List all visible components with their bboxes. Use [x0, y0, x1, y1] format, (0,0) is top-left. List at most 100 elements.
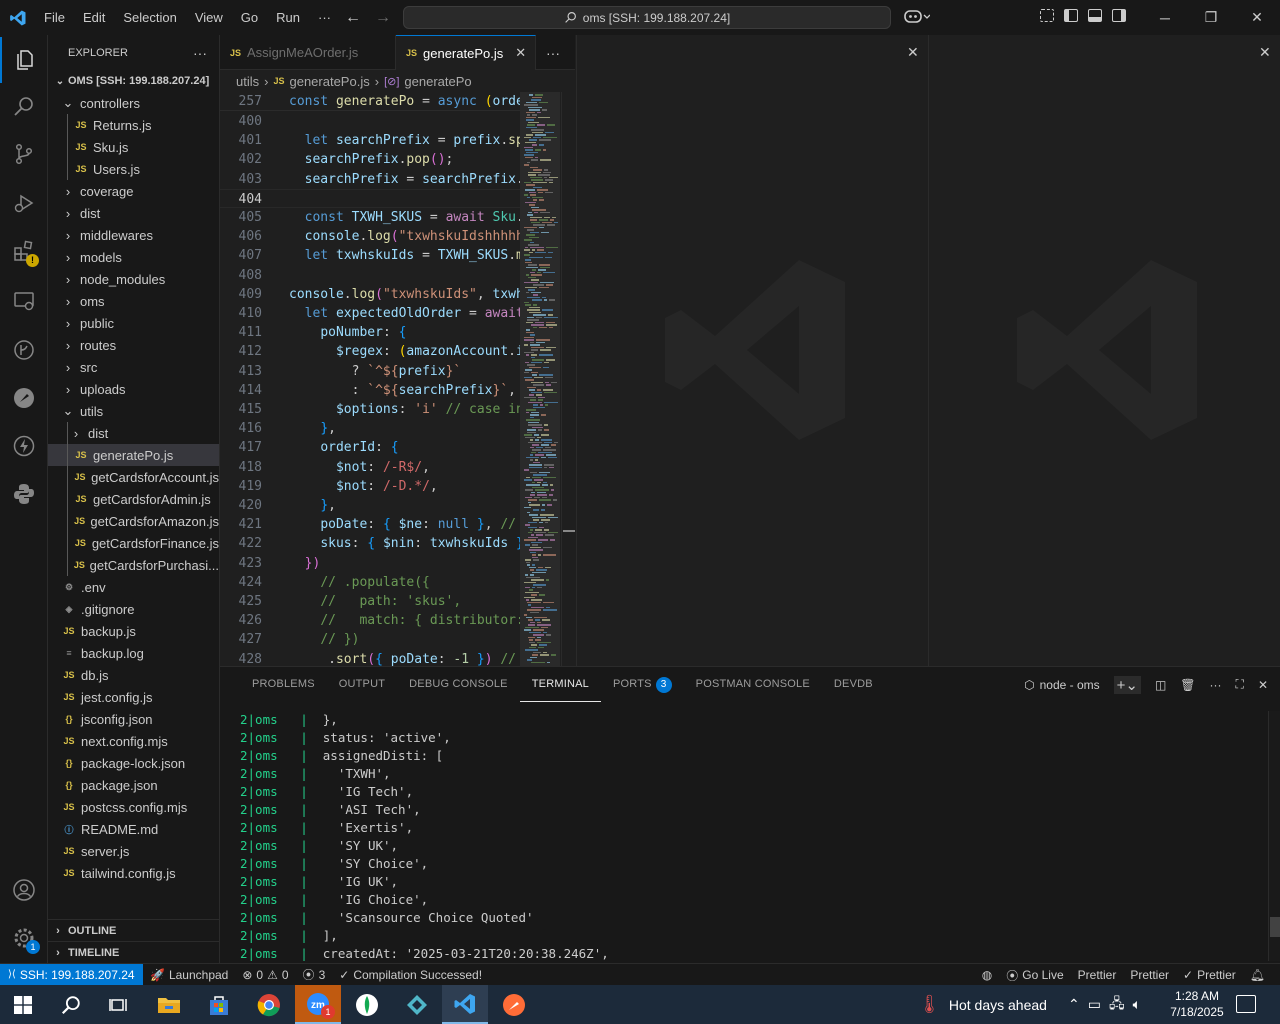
folder-item[interactable]: › src	[48, 356, 219, 378]
terminal-selector[interactable]: ⬡ node - oms	[1024, 678, 1100, 692]
code-line[interactable]: 417 orderId: {	[220, 438, 520, 457]
notification-center-icon[interactable]	[1236, 995, 1256, 1013]
folder-item[interactable]: ⌄ controllers	[48, 92, 219, 114]
code-line[interactable]: 413 ? `^${prefix}`	[220, 362, 520, 381]
restore-icon[interactable]: ❐	[1188, 0, 1234, 35]
file-item[interactable]: JS Users.js	[48, 158, 219, 180]
windows-start-icon[interactable]	[0, 985, 46, 1024]
breadcrumb-file[interactable]: generatePo.js	[289, 74, 369, 89]
panel-tab-ports[interactable]: PORTS 3	[601, 667, 684, 702]
extensions-icon[interactable]: !	[0, 228, 48, 274]
code-line[interactable]: 405 const TXWH_SKUS = await Sku.	[220, 208, 520, 227]
code-line[interactable]: 419 $not: /-D.*/,	[220, 477, 520, 496]
toggle-secondary-sidebar-icon[interactable]	[1112, 9, 1126, 22]
explorer-icon[interactable]	[0, 37, 48, 83]
folder-item[interactable]: › middlewares	[48, 224, 219, 246]
toggle-panel-icon[interactable]	[1088, 9, 1102, 22]
file-item[interactable]: JS Sku.js	[48, 136, 219, 158]
code-line[interactable]: 418 $not: /-R$/,	[220, 458, 520, 477]
back-arrow-icon[interactable]: ←	[345, 9, 361, 27]
menu-file[interactable]: File	[35, 0, 74, 35]
run-debug-icon[interactable]	[0, 180, 48, 226]
file-item[interactable]: JS backup.js	[48, 620, 219, 642]
menu-run[interactable]: Run	[267, 0, 309, 35]
menu-edit[interactable]: Edit	[74, 0, 114, 35]
file-item[interactable]: {} package-lock.json	[48, 752, 219, 774]
file-item[interactable]: JS jest.config.js	[48, 686, 219, 708]
volume-icon[interactable]: 🔈︎	[1133, 996, 1141, 1013]
explorer-more-button[interactable]: ···	[193, 45, 207, 61]
code-line[interactable]: 409 console.log("txwhskuIds", txwh	[220, 285, 520, 304]
customize-layout-icon[interactable]	[1040, 9, 1054, 22]
code-line[interactable]: 406 console.log("txwhskuIdshhhhh	[220, 227, 520, 246]
folder-item[interactable]: › public	[48, 312, 219, 334]
code-line[interactable]: 424 // .populate({	[220, 573, 520, 592]
code-line[interactable]: 420 },	[220, 496, 520, 515]
code-line[interactable]: 402 searchPrefix.pop();	[220, 150, 520, 169]
terminal-scrollbar[interactable]	[1268, 711, 1280, 961]
remote-app-icon[interactable]	[394, 985, 440, 1024]
close-group-icon[interactable]: ✕	[907, 44, 919, 61]
task-view-icon[interactable]	[96, 985, 142, 1024]
panel-tab-terminal[interactable]: TERMINAL	[519, 667, 601, 702]
file-item[interactable]: JS postcss.config.mjs	[48, 796, 219, 818]
folder-item[interactable]: › dist	[48, 422, 219, 444]
panel-tab-problems[interactable]: PROBLEMS	[240, 667, 327, 702]
folder-item[interactable]: › node_modules	[48, 268, 219, 290]
menu-view[interactable]: View	[186, 0, 232, 35]
file-item[interactable]: JS server.js	[48, 840, 219, 862]
breadcrumb-folder[interactable]: utils	[236, 74, 259, 89]
file-item[interactable]: ≡ backup.log	[48, 642, 219, 664]
panel-tab-debug-console[interactable]: DEBUG CONSOLE	[397, 667, 520, 702]
workspace-root[interactable]: ⌄ OMS [SSH: 199.188.207.24]	[48, 70, 219, 92]
code-line[interactable]: 425 // path: 'skus',	[220, 592, 520, 611]
prettier-item-3[interactable]: ✓ Prettier	[1176, 968, 1243, 982]
code-line[interactable]: 426 // match: { distributor:	[220, 611, 520, 630]
menu-selection[interactable]: Selection	[114, 0, 185, 35]
vscode-taskbar-icon[interactable]	[442, 985, 488, 1024]
code-line[interactable]: 411 poNumber: {	[220, 323, 520, 342]
forward-arrow-icon[interactable]: →	[375, 9, 391, 27]
folder-item[interactable]: › uploads	[48, 378, 219, 400]
file-item[interactable]: JS getCardsforFinance.js	[48, 532, 219, 554]
taskbar-search-icon[interactable]	[48, 985, 94, 1024]
code-line[interactable]: 400	[220, 112, 520, 131]
editor-scrollbar[interactable]	[561, 92, 575, 666]
folder-item[interactable]: › coverage	[48, 180, 219, 202]
file-item[interactable]: JS getCardsforPurchasi...	[48, 554, 219, 576]
file-item[interactable]: JS db.js	[48, 664, 219, 686]
code-line[interactable]: 423 })	[220, 554, 520, 573]
file-item[interactable]: ⚙ .env	[48, 576, 219, 598]
code-line[interactable]: 427 // })	[220, 630, 520, 649]
postman-icon[interactable]	[0, 375, 48, 421]
copilot-icon[interactable]	[904, 8, 931, 27]
copilot-status-icon[interactable]: ◍	[975, 968, 999, 982]
code-editor[interactable]: 257 const generatePo = async (orde 400 40…	[220, 92, 520, 666]
code-line[interactable]: 422 skus: { $nin: txwhskuIds }	[220, 534, 520, 553]
minimize-icon[interactable]: ─	[1142, 0, 1188, 35]
zoom-app-icon[interactable]: zm 1	[295, 985, 341, 1024]
compile-status[interactable]: ✓ Compilation Successed!	[332, 968, 489, 982]
panel-tab-devdb[interactable]: DEVDB	[822, 667, 885, 702]
menu-go[interactable]: Go	[232, 0, 267, 35]
folder-item[interactable]: › routes	[48, 334, 219, 356]
close-window-icon[interactable]: ✕	[1234, 0, 1280, 35]
problems-item[interactable]: ⊗ 0 ⚠ 0	[235, 968, 295, 982]
microsoft-store-icon[interactable]	[196, 985, 242, 1024]
accounts-icon[interactable]	[0, 867, 48, 913]
search-view-icon[interactable]	[0, 83, 48, 129]
terminal-output[interactable]: 2|oms | }, 2|oms | status: 'active', 2|oms…	[240, 711, 1260, 961]
file-item[interactable]: JS generatePo.js	[48, 444, 219, 466]
network-icon[interactable]: 🖧︎	[1109, 993, 1125, 1017]
file-explorer-icon[interactable]	[146, 985, 192, 1024]
clock[interactable]: 1:28 AM 7/18/2025	[1166, 988, 1228, 1020]
panel-tab-postman-console[interactable]: POSTMAN CONSOLE	[684, 667, 822, 702]
sticky-scroll-line[interactable]: 257 const generatePo = async (orde	[220, 92, 520, 111]
tab-generatepo[interactable]: JS generatePo.js ✕	[396, 35, 536, 70]
timeline-section[interactable]: › TIMELINE	[48, 941, 219, 963]
command-center[interactable]: oms [SSH: 199.188.207.24]	[403, 6, 891, 29]
breadcrumb-symbol[interactable]: generatePo	[404, 74, 471, 89]
close-panel-icon[interactable]: ✕	[1258, 678, 1268, 692]
code-line[interactable]: 408	[220, 266, 520, 285]
maximize-panel-icon[interactable]: ⛶	[1236, 677, 1244, 692]
